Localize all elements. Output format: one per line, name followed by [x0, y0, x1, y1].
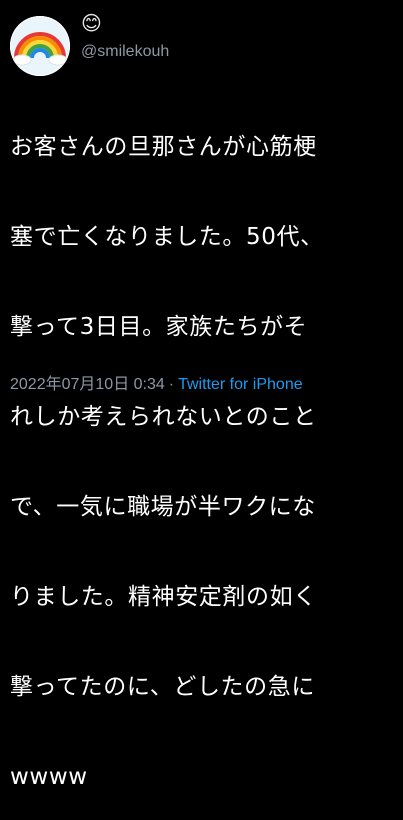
- tweet-text-line: 撃ってたのに、どしたの急に: [10, 674, 315, 700]
- display-name[interactable]: 😊: [81, 10, 102, 36]
- meta-separator: ·: [168, 376, 175, 393]
- tweet-text-line: りました。精神安定剤の如く: [10, 584, 317, 610]
- tweet-text-line: 撃って3日目。家族たちがそ: [10, 314, 308, 340]
- tweet-timestamp[interactable]: 2022年07月10日 0:34: [10, 376, 165, 393]
- tweet-text: お客さんの旦那さんが心筋梗 塞で亡くなりました。50代、 撃って3日目。家族たち…: [10, 72, 400, 820]
- tweet-source-link[interactable]: Twitter for iPhone: [178, 376, 303, 393]
- tweet-text-line: wwww: [10, 764, 88, 790]
- user-handle[interactable]: @smilekouh: [81, 42, 169, 62]
- tweet-text-line: お客さんの旦那さんが心筋梗: [10, 134, 317, 160]
- tweet-meta: 2022年07月10日 0:34 · Twitter for iPhone: [10, 374, 303, 396]
- tweet-card: 😊 @smilekouh お客さんの旦那さんが心筋梗 塞で亡くなりました。50代…: [0, 0, 403, 790]
- tweet-text-line: れしか考えられないとのこと: [10, 404, 317, 430]
- rainbow-avatar-icon[interactable]: [10, 16, 70, 76]
- tweet-text-line: 塞で亡くなりました。50代、: [10, 224, 324, 250]
- tweet-text-line: で、一気に職場が半ワクにな: [10, 494, 316, 520]
